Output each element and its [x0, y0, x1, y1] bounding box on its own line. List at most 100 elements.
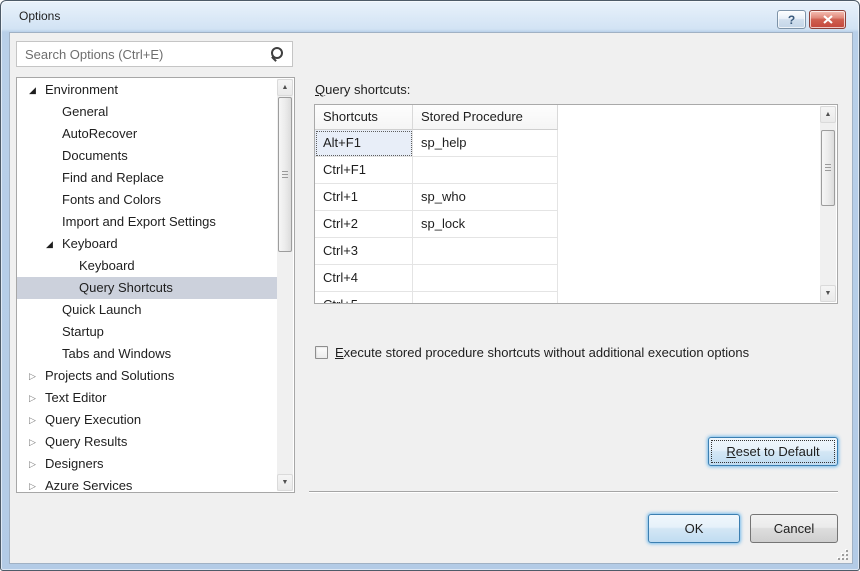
tree-item-keyboard[interactable]: ◢Keyboard — [17, 233, 277, 255]
expand-icon[interactable]: ▷ — [29, 453, 45, 475]
tree-item-label: Query Results — [45, 431, 127, 453]
column-header-shortcuts: Shortcuts — [315, 105, 413, 130]
scroll-down-icon[interactable]: ▼ — [820, 285, 836, 302]
tree-item-label: Query Execution — [45, 409, 141, 431]
tree-item-autorecover[interactable]: AutoRecover — [17, 123, 277, 145]
tree-scrollbar-thumb[interactable] — [278, 97, 292, 252]
ok-button[interactable]: OK — [648, 514, 740, 543]
tree-item-label: Keyboard — [62, 233, 118, 255]
shortcut-cell[interactable]: Ctrl+4 — [315, 265, 413, 292]
tree-item-fonts-and-colors[interactable]: Fonts and Colors — [17, 189, 277, 211]
execute-options-checkbox-label[interactable]: Execute stored procedure shortcuts witho… — [335, 345, 749, 360]
shortcut-cell[interactable]: Alt+F1 — [315, 130, 413, 157]
shortcut-cell[interactable]: Ctrl+1 — [315, 184, 413, 211]
expand-icon[interactable]: ▷ — [29, 387, 45, 409]
table-scrollbar[interactable]: ▲ ▼ — [820, 106, 836, 302]
close-icon — [823, 15, 833, 24]
column-header-stored-procedure: Stored Procedure — [413, 105, 558, 130]
options-tree: ◢EnvironmentGeneralAutoRecoverDocumentsF… — [16, 77, 295, 493]
table-row: Ctrl+2sp_lock — [315, 211, 820, 238]
tree-item-import-and-export-settings[interactable]: Import and Export Settings — [17, 211, 277, 233]
execute-options-checkbox[interactable] — [315, 346, 328, 359]
search-input[interactable] — [25, 42, 263, 66]
expand-icon[interactable]: ▷ — [29, 365, 45, 387]
titlebar[interactable]: Options ? — [1, 1, 859, 32]
tree-item-label: Keyboard — [79, 255, 135, 277]
scroll-down-icon[interactable]: ▼ — [277, 474, 293, 491]
options-dialog: Options ? ◢EnvironmentGeneralAutoRecover… — [0, 0, 860, 571]
dialog-client-area: ◢EnvironmentGeneralAutoRecoverDocumentsF… — [9, 32, 853, 564]
resize-grip[interactable] — [838, 550, 848, 560]
tree-item-general[interactable]: General — [17, 101, 277, 123]
collapse-icon[interactable]: ◢ — [46, 233, 62, 255]
tree-item-query-shortcuts[interactable]: Query Shortcuts — [17, 277, 277, 299]
search-icon — [270, 47, 284, 61]
tree-item-label: Startup — [62, 321, 104, 343]
stored-procedure-cell[interactable]: sp_lock — [413, 211, 558, 238]
tree-item-designers[interactable]: ▷Designers — [17, 453, 277, 475]
execute-options-row: Execute stored procedure shortcuts witho… — [315, 345, 749, 360]
shortcut-cell[interactable]: Ctrl+5 — [315, 292, 413, 304]
tree-item-text-editor[interactable]: ▷Text Editor — [17, 387, 277, 409]
tree-item-label: Environment — [45, 79, 118, 101]
tree-scrollbar[interactable]: ▲ ▼ — [277, 79, 293, 491]
reset-to-default-button[interactable]: Reset to Default — [708, 437, 838, 466]
tree-item-tabs-and-windows[interactable]: Tabs and Windows — [17, 343, 277, 365]
tree-item-label: Query Shortcuts — [79, 277, 173, 299]
footer-separator — [309, 491, 838, 493]
tree-item-environment[interactable]: ◢Environment — [17, 79, 277, 101]
table-row: Ctrl+3 — [315, 238, 820, 265]
expand-icon[interactable]: ▷ — [29, 431, 45, 453]
tree-item-label: Fonts and Colors — [62, 189, 161, 211]
help-button[interactable]: ? — [777, 10, 806, 29]
tree-item-label: Tabs and Windows — [62, 343, 171, 365]
tree-item-label: Text Editor — [45, 387, 106, 409]
table-header-row: Shortcuts Stored Procedure — [315, 105, 558, 130]
tree-item-label: Projects and Solutions — [45, 365, 174, 387]
table-scrollbar-thumb[interactable] — [821, 130, 835, 206]
table-row: Ctrl+1sp_who — [315, 184, 820, 211]
tree-item-label: Quick Launch — [62, 299, 142, 321]
tree-item-documents[interactable]: Documents — [17, 145, 277, 167]
table-row: Ctrl+5 — [315, 292, 820, 304]
window-title: Options — [19, 9, 60, 23]
tree-item-query-execution[interactable]: ▷Query Execution — [17, 409, 277, 431]
stored-procedure-cell[interactable] — [413, 265, 558, 292]
cancel-button[interactable]: Cancel — [750, 514, 838, 543]
tree-item-label: Documents — [62, 145, 128, 167]
tree-item-startup[interactable]: Startup — [17, 321, 277, 343]
query-shortcuts-table: Shortcuts Stored Procedure Alt+F1sp_help… — [314, 104, 838, 304]
expand-icon[interactable]: ▷ — [29, 475, 45, 493]
query-shortcuts-label: Query shortcuts: — [315, 82, 410, 97]
expand-icon[interactable]: ▷ — [29, 409, 45, 431]
collapse-icon[interactable]: ◢ — [29, 79, 45, 101]
tree-item-keyboard[interactable]: Keyboard — [17, 255, 277, 277]
help-icon: ? — [788, 13, 795, 27]
search-box — [16, 41, 293, 67]
shortcut-cell[interactable]: Ctrl+3 — [315, 238, 413, 265]
tree-item-projects-and-solutions[interactable]: ▷Projects and Solutions — [17, 365, 277, 387]
tree-item-quick-launch[interactable]: Quick Launch — [17, 299, 277, 321]
tree-item-label: Find and Replace — [62, 167, 164, 189]
close-button[interactable] — [809, 10, 846, 29]
table-row: Ctrl+4 — [315, 265, 820, 292]
tree-item-query-results[interactable]: ▷Query Results — [17, 431, 277, 453]
stored-procedure-cell[interactable] — [413, 157, 558, 184]
tree-item-azure-services[interactable]: ▷Azure Services — [17, 475, 277, 493]
tree-item-label: Azure Services — [45, 475, 132, 493]
tree-item-label: AutoRecover — [62, 123, 137, 145]
shortcut-cell[interactable]: Ctrl+2 — [315, 211, 413, 238]
table-row: Alt+F1sp_help — [315, 130, 820, 157]
scroll-up-icon[interactable]: ▲ — [277, 79, 293, 96]
shortcut-cell[interactable]: Ctrl+F1 — [315, 157, 413, 184]
stored-procedure-cell[interactable] — [413, 238, 558, 265]
stored-procedure-cell[interactable]: sp_help — [413, 130, 558, 157]
table-row: Ctrl+F1 — [315, 157, 820, 184]
scroll-up-icon[interactable]: ▲ — [820, 106, 836, 123]
tree-item-label: Designers — [45, 453, 104, 475]
tree-item-find-and-replace[interactable]: Find and Replace — [17, 167, 277, 189]
stored-procedure-cell[interactable]: sp_who — [413, 184, 558, 211]
tree-item-label: General — [62, 101, 108, 123]
tree-item-label: Import and Export Settings — [62, 211, 216, 233]
stored-procedure-cell[interactable] — [413, 292, 558, 304]
